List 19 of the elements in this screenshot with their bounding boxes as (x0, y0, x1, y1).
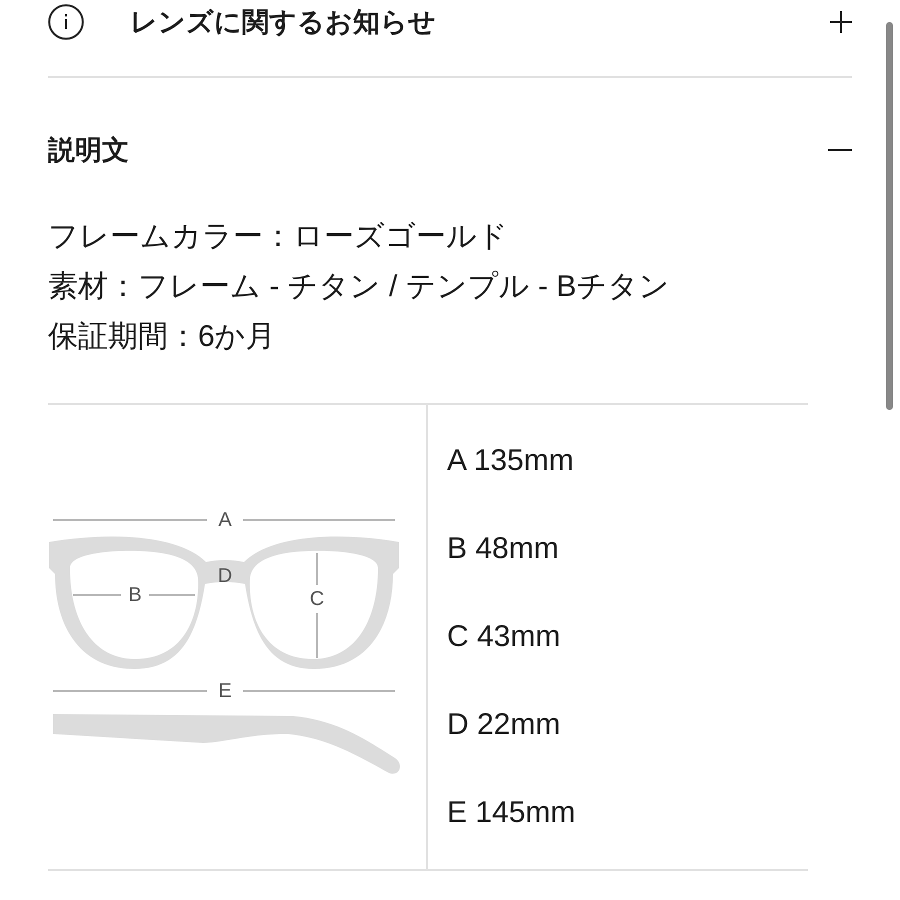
dimension-label: D (218, 564, 232, 586)
section-title: レンズに関するお知らせ (130, 6, 437, 39)
measurement-text: C 43mm (447, 620, 560, 654)
section-title: 説明文 (48, 134, 130, 167)
description-line: フレームカラー：ローズゴールド (48, 219, 509, 255)
dimension-label: B (128, 584, 142, 606)
dimension-label: C (310, 588, 324, 610)
description-line: 素材：フレーム - チタン / テンプル - Bチタン (48, 269, 670, 305)
measurement-text: A 135mm (447, 444, 574, 478)
minus-icon[interactable] (828, 149, 852, 151)
plus-icon[interactable] (830, 11, 852, 33)
scrollbar-thumb[interactable] (886, 22, 893, 410)
dimension-label: E (218, 680, 232, 702)
measurement-text: E 145mm (447, 796, 576, 830)
measurement-text: B 48mm (447, 532, 559, 566)
measurement-text: D 22mm (447, 708, 560, 742)
info-icon (48, 4, 84, 40)
dimension-label: A (218, 508, 232, 530)
description-line: 保証期間：6か月 (48, 319, 277, 355)
